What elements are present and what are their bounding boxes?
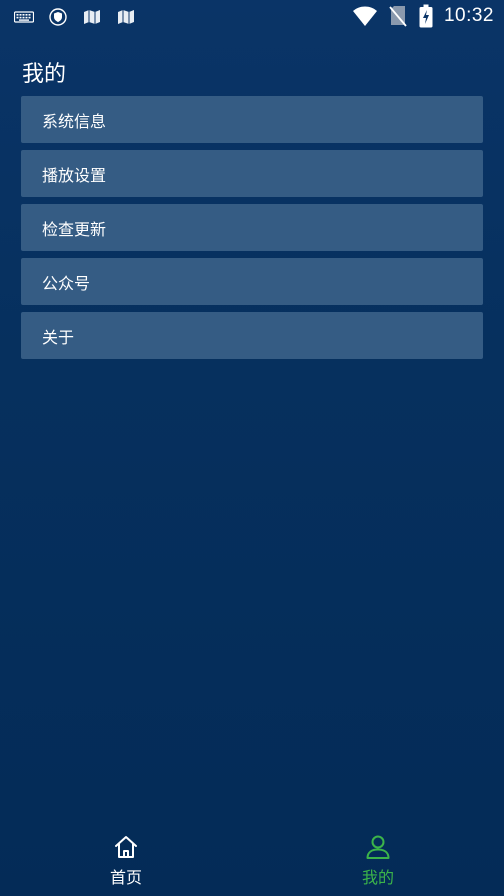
status-bar: 10:32 [0,0,504,34]
settings-menu: 系统信息 播放设置 检查更新 公众号 关于 [21,96,483,366]
menu-item-about[interactable]: 关于 [21,312,483,359]
tab-mine[interactable]: 我的 [252,826,504,896]
tab-home[interactable]: 首页 [0,826,252,896]
keyboard-icon [14,7,34,27]
map-icon [82,7,102,27]
user-icon [365,834,391,860]
home-icon [113,834,139,860]
wifi-icon [352,4,378,28]
menu-item-label: 系统信息 [42,111,107,131]
battery-charging-icon [418,4,434,28]
menu-item-check-update[interactable]: 检查更新 [21,204,483,251]
menu-item-system-info[interactable]: 系统信息 [21,96,483,143]
map-icon [116,7,136,27]
no-sim-icon [388,4,408,28]
bottom-nav: 首页 我的 [0,826,504,896]
status-right-icons: 10:32 [352,4,494,28]
menu-item-label: 播放设置 [42,165,107,185]
menu-item-label: 检查更新 [42,219,107,239]
shield-icon [48,7,68,27]
status-time: 10:32 [443,5,494,26]
tab-mine-label: 我的 [361,868,394,887]
menu-item-label: 公众号 [42,273,91,293]
menu-item-official-account[interactable]: 公众号 [21,258,483,305]
tab-home-label: 首页 [109,868,142,887]
status-left-icons [14,7,136,27]
page-title: 我的 [22,62,67,87]
menu-item-label: 关于 [42,327,75,347]
menu-item-playback-settings[interactable]: 播放设置 [21,150,483,197]
